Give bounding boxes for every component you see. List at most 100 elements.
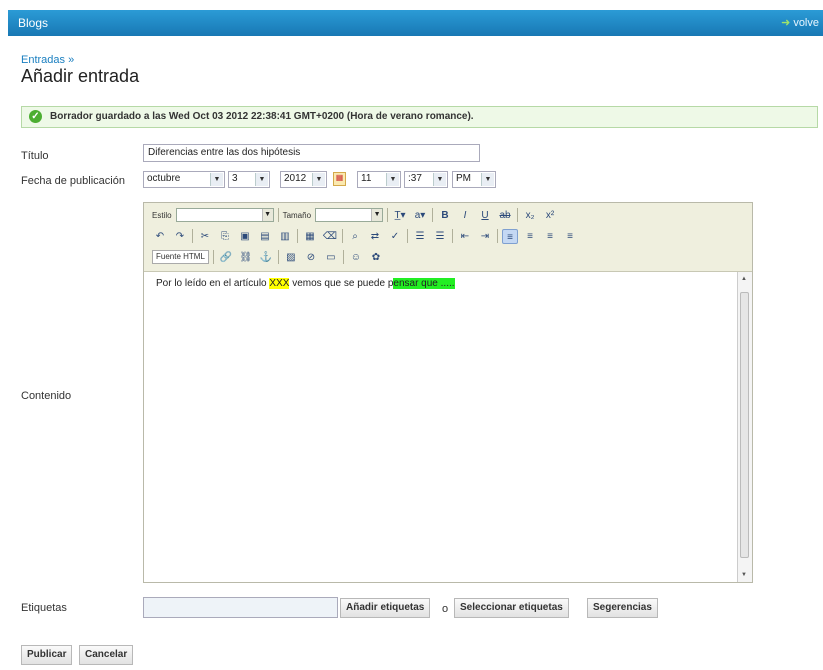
indent-icon[interactable]: ⇥	[477, 229, 493, 244]
hour-value: 11	[361, 173, 372, 184]
smiley-icon[interactable]: ☺	[348, 250, 364, 265]
month-value: octubre	[147, 173, 181, 184]
strikethrough-icon[interactable]: ab	[497, 208, 513, 223]
suggestions-button[interactable]: Segerencias	[587, 598, 658, 618]
numbered-list-icon[interactable]: ☰	[412, 229, 428, 244]
content-area[interactable]: Por lo leído en el artículo XXX vemos qu…	[144, 272, 738, 582]
cancel-button[interactable]: Cancelar	[79, 645, 134, 665]
content-text: Por lo leído en el artículo XXX vemos qu…	[156, 278, 455, 289]
content-label: Contenido	[21, 390, 72, 402]
align-left-icon[interactable]: ≡	[502, 228, 518, 244]
content-part-3: vemos que se puede p	[289, 278, 394, 289]
page-title: Añadir entrada	[21, 66, 140, 86]
scrollbar-thumb[interactable]	[740, 292, 749, 558]
bold-button[interactable]: B	[437, 208, 453, 223]
separator	[342, 250, 344, 264]
select-all-icon[interactable]: ▦	[302, 229, 318, 244]
replace-icon[interactable]: ⇄	[367, 229, 383, 244]
rich-text-editor: Estilo ▼ Tamaño ▼ T̲▾ a▾ B I U ab x₂ x² …	[143, 202, 753, 583]
flash-icon[interactable]: ⊘	[303, 250, 319, 265]
outdent-icon[interactable]: ⇤	[457, 229, 473, 244]
background-color-icon[interactable]: a▾	[412, 208, 428, 223]
year-value: 2012	[284, 173, 307, 184]
separator	[342, 229, 343, 243]
toolbar-row-1: Estilo ▼ Tamaño ▼ T̲▾ a▾ B I U ab x₂ x²	[152, 206, 558, 224]
cut-icon[interactable]: ✂	[197, 229, 213, 244]
style-select[interactable]: ▼	[175, 208, 274, 222]
vertical-scrollbar[interactable]: ▲ ▼	[737, 272, 752, 582]
chevron-down-icon: ▼	[261, 209, 273, 221]
eraser-icon[interactable]: ⌫	[322, 229, 338, 244]
separator	[192, 229, 193, 243]
spellcheck-icon[interactable]: ✓	[387, 229, 403, 244]
year-select[interactable]: 2012 ▼	[280, 171, 327, 188]
find-icon[interactable]: ⌕	[347, 229, 363, 244]
paste-text-icon[interactable]: ▤	[257, 229, 273, 244]
separator	[387, 208, 389, 222]
paste-icon[interactable]: ▣	[237, 229, 253, 244]
title-input[interactable]: Diferencias entre las dos hipótesis	[143, 144, 480, 162]
back-link[interactable]: ➜ volve	[781, 16, 819, 29]
chevron-down-icon: ▼	[210, 173, 223, 186]
unlink-icon[interactable]: ⛓	[238, 250, 254, 265]
arrow-icon: ➜	[781, 17, 791, 29]
superscript-icon[interactable]: x²	[542, 208, 558, 223]
align-justify-icon[interactable]: ≡	[562, 229, 578, 244]
special-char-icon[interactable]: ✿	[368, 250, 384, 265]
underline-button[interactable]: U	[477, 208, 493, 223]
table-icon[interactable]: ▭	[323, 250, 339, 265]
link-icon[interactable]: 🔗	[218, 250, 234, 265]
chevron-down-icon: ▼	[481, 173, 494, 186]
size-select[interactable]: ▼	[315, 208, 384, 222]
scroll-up-icon[interactable]: ▲	[741, 276, 747, 282]
align-right-icon[interactable]: ≡	[542, 229, 558, 244]
blogs-link[interactable]: Blogs	[18, 16, 48, 30]
text-color-icon[interactable]: T̲▾	[392, 208, 408, 223]
publish-button[interactable]: Publicar	[21, 645, 73, 665]
tags-input[interactable]	[143, 597, 338, 618]
subscript-icon[interactable]: x₂	[522, 208, 538, 223]
minute-select[interactable]: :37 ▼	[404, 171, 448, 188]
anchor-icon[interactable]: ⚓	[258, 250, 274, 265]
month-select[interactable]: octubre ▼	[143, 171, 225, 188]
separator	[497, 229, 498, 243]
top-bar: Blogs ➜ volve	[8, 10, 823, 36]
separator	[212, 250, 214, 264]
source-html-label: Fuente HTML	[156, 252, 205, 261]
day-value: 3	[232, 173, 238, 184]
day-select[interactable]: 3 ▼	[228, 171, 270, 188]
copy-icon[interactable]: ⎘	[217, 229, 233, 244]
source-html-button[interactable]: Fuente HTML	[152, 250, 209, 264]
separator	[432, 208, 434, 222]
back-link-label: volve	[793, 17, 819, 29]
check-icon: ✓	[29, 110, 42, 123]
date-label: Fecha de publicación	[21, 175, 125, 187]
italic-button[interactable]: I	[457, 208, 473, 223]
select-tags-button[interactable]: Seleccionar etiquetas	[454, 598, 569, 618]
redo-icon[interactable]: ↷	[172, 229, 188, 244]
separator	[297, 229, 298, 243]
scroll-down-icon[interactable]: ▼	[741, 572, 747, 578]
minute-value: :37	[408, 173, 422, 184]
title-label: Título	[21, 150, 49, 162]
toolbar-row-2: ↶ ↷ ✂ ⎘ ▣ ▤ ▥ ▦ ⌫ ⌕ ⇄ ✓ ☰ ☰ ⇤ ⇥ ≡ ≡ ≡ ≡	[152, 227, 578, 245]
size-label: Tamaño	[282, 210, 312, 220]
draft-saved-notice: ✓ Borrador guardado a las Wed Oct 03 201…	[21, 106, 818, 128]
undo-icon[interactable]: ↶	[152, 229, 168, 244]
tags-label: Etiquetas	[21, 602, 67, 614]
toolbar-row-3: Fuente HTML 🔗 ⛓ ⚓ ▨ ⊘ ▭ ☺ ✿	[152, 248, 384, 266]
separator	[452, 229, 453, 243]
image-icon[interactable]: ▨	[283, 250, 299, 265]
content-part-1: Por lo leído en el artículo	[156, 278, 270, 289]
ampm-value: PM	[456, 173, 471, 184]
calendar-icon[interactable]: ▦	[333, 172, 346, 186]
bulleted-list-icon[interactable]: ☰	[432, 229, 448, 244]
align-center-icon[interactable]: ≡	[522, 229, 538, 244]
paste-word-icon[interactable]: ▥	[277, 229, 293, 244]
add-tags-button[interactable]: Añadir etiquetas	[340, 598, 431, 618]
ampm-select[interactable]: PM ▼	[452, 171, 496, 188]
hour-select[interactable]: 11 ▼	[357, 171, 401, 188]
breadcrumb[interactable]: Entradas »	[21, 54, 74, 66]
separator	[277, 250, 279, 264]
separator	[407, 229, 408, 243]
